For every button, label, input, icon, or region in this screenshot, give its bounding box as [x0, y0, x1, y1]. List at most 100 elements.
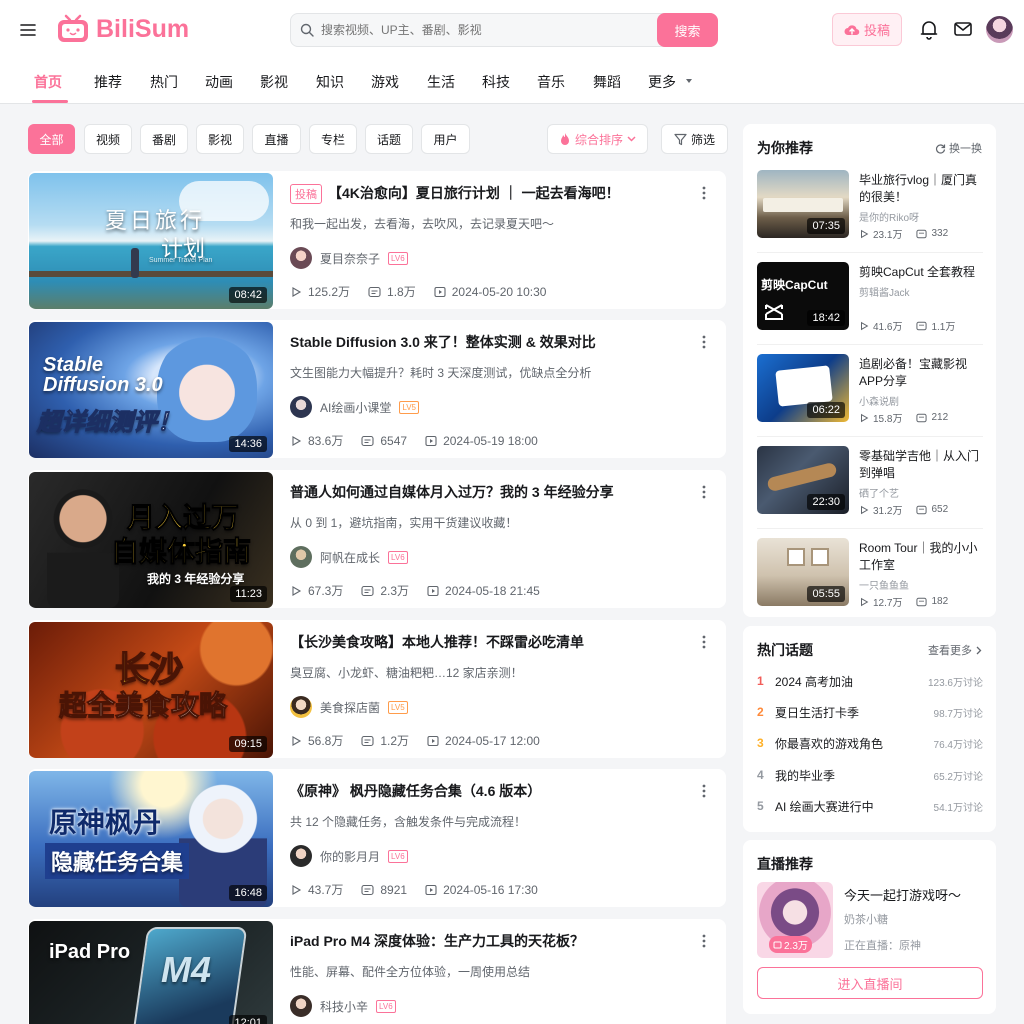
nav-item-dance[interactable]: 舞蹈: [593, 72, 621, 92]
recommend-uploader[interactable]: 小森说剧: [859, 393, 899, 408]
nav-item-tech[interactable]: 科技: [482, 72, 510, 92]
recommend-thumbnail[interactable]: 06:22: [757, 354, 849, 422]
site-logo[interactable]: BiliSum: [56, 14, 189, 44]
recommend-uploader[interactable]: 是你的Riko呀: [859, 209, 919, 224]
uploader-row[interactable]: 你的影月月 LV6: [290, 845, 408, 867]
nav-item-film[interactable]: 影视: [260, 72, 288, 92]
recommend-uploader[interactable]: 剪辑酱Jack: [859, 284, 910, 299]
recommend-thumbnail[interactable]: 07:35: [757, 170, 849, 238]
recommend-item[interactable]: 22:30 零基础学吉他｜从入门到弹唱 硒了个艺 31.2万 652: [757, 446, 983, 526]
filter-chip-video[interactable]: 视频: [84, 124, 132, 154]
topic-item[interactable]: 1 2024 高考加油 123.6万讨论: [757, 671, 983, 691]
more-options-icon[interactable]: [696, 334, 712, 350]
video-title[interactable]: 【长沙美食攻略】本地人推荐！不踩雷必吃清单: [290, 632, 584, 652]
video-thumbnail[interactable]: 原神枫丹 隐藏任务合集 16:48: [29, 771, 273, 907]
video-card[interactable]: 长沙 超全美食攻略 09:15 【长沙美食攻略】本地人推荐！不踩雷必吃清单 臭豆…: [28, 620, 726, 758]
uploader-avatar[interactable]: [290, 396, 312, 418]
uploader-name[interactable]: 美食探店菌: [320, 699, 380, 716]
filter-chip-live[interactable]: 直播: [252, 124, 301, 154]
more-options-icon[interactable]: [696, 634, 712, 650]
topic-item[interactable]: 4 我的毕业季 65.2万讨论: [757, 765, 983, 785]
video-title[interactable]: 《原神》 枫丹隐藏任务合集（4.6 版本）: [290, 781, 541, 801]
uploader-row[interactable]: AI绘画小课堂 LV5: [290, 396, 419, 418]
video-thumbnail[interactable]: Stable Diffusion 3.0 超详细测评！ 14:36: [29, 322, 273, 458]
see-more-link[interactable]: 查看更多: [928, 642, 982, 658]
refresh-button[interactable]: 换一换: [935, 140, 982, 156]
more-options-icon[interactable]: [696, 185, 712, 201]
nav-item-animation[interactable]: 动画: [205, 72, 233, 92]
uploader-name[interactable]: AI绘画小课堂: [320, 399, 391, 416]
uploader-avatar[interactable]: [290, 845, 312, 867]
video-title[interactable]: 投稿 【4K治愈向】夏日旅行计划 ｜ 一起去看海吧！: [290, 183, 620, 204]
filter-chip-all[interactable]: 全部: [28, 124, 75, 154]
nav-item-hot[interactable]: 热门: [150, 72, 178, 92]
search-button[interactable]: 搜索: [657, 13, 718, 47]
nav-item-recommend[interactable]: 推荐: [94, 72, 122, 92]
recommend-uploader[interactable]: 硒了个艺: [859, 485, 899, 500]
uploader-avatar[interactable]: [290, 696, 312, 718]
nav-item-game[interactable]: 游戏: [371, 72, 399, 92]
uploader-name[interactable]: 阿帆在成长: [320, 549, 380, 566]
video-card[interactable]: 夏日旅行 计划 Summer Travel Plan 08:42 投稿 【4K治愈…: [28, 171, 726, 309]
nav-item-life[interactable]: 生活: [427, 72, 455, 92]
filter-chip-topic[interactable]: 话题: [365, 124, 413, 154]
recommend-title[interactable]: 剪映CapCut 全套教程: [859, 264, 985, 281]
video-thumbnail[interactable]: 夏日旅行 计划 Summer Travel Plan 08:42: [29, 173, 273, 309]
video-thumbnail[interactable]: iPad Pro M4 12:01: [29, 921, 273, 1024]
video-card[interactable]: 月入过万 自媒体指南 我的 3 年经验分享 11:23 普通人如何通过自媒体月入…: [28, 470, 726, 608]
video-title[interactable]: Stable Diffusion 3.0 来了！整体实测 & 效果对比: [290, 332, 596, 352]
topic-item[interactable]: 3 你最喜欢的游戏角色 76.4万讨论: [757, 733, 983, 753]
notification-bell-icon[interactable]: [918, 18, 942, 42]
uploader-avatar[interactable]: [290, 995, 312, 1017]
recommend-title[interactable]: Room Tour｜我的小小工作室: [859, 540, 985, 574]
uploader-row[interactable]: 科技小辛 LV6: [290, 995, 396, 1017]
uploader-name[interactable]: 你的影月月: [320, 848, 380, 865]
video-thumbnail[interactable]: 月入过万 自媒体指南 我的 3 年经验分享 11:23: [29, 472, 273, 608]
recommend-item[interactable]: 05:55 Room Tour｜我的小小工作室 一只鱼鱼鱼 12.7万 182: [757, 538, 983, 618]
search-input[interactable]: [321, 14, 641, 46]
upload-button[interactable]: 投稿: [832, 13, 902, 46]
recommend-title[interactable]: 毕业旅行vlog｜厦门真的很美！: [859, 172, 985, 206]
uploader-avatar[interactable]: [290, 247, 312, 269]
uploader-row[interactable]: 夏目奈奈子 LV6: [290, 247, 408, 269]
streamer-name[interactable]: 奶茶小糖: [844, 911, 888, 927]
recommend-item[interactable]: 剪映CapCut 18:42 剪映CapCut 全套教程 剪辑酱Jack 41.…: [757, 262, 983, 342]
topic-item[interactable]: 5 AI 绘画大赛进行中 54.1万讨论: [757, 796, 983, 816]
video-card[interactable]: Stable Diffusion 3.0 超详细测评！ 14:36 Stable…: [28, 320, 726, 458]
live-stream-title[interactable]: 今天一起打游戏呀～: [844, 885, 961, 904]
recommend-item[interactable]: 06:22 追剧必备！宝藏影视APP分享 小森说剧 15.8万 212: [757, 354, 983, 434]
live-thumbnail[interactable]: 2.3万: [757, 882, 833, 958]
enter-live-room-button[interactable]: 进入直播间: [757, 967, 983, 999]
nav-item-music[interactable]: 音乐: [537, 72, 565, 92]
uploader-row[interactable]: 美食探店菌 LV5: [290, 696, 408, 718]
recommend-uploader[interactable]: 一只鱼鱼鱼: [859, 577, 909, 592]
sort-dropdown[interactable]: 综合排序: [547, 124, 648, 154]
filter-chip-user[interactable]: 用户: [421, 124, 470, 154]
uploader-name[interactable]: 科技小辛: [320, 998, 368, 1015]
uploader-row[interactable]: 阿帆在成长 LV6: [290, 546, 408, 568]
recommend-item[interactable]: 07:35 毕业旅行vlog｜厦门真的很美！ 是你的Riko呀 23.1万 33…: [757, 170, 983, 250]
menu-icon[interactable]: [18, 20, 38, 40]
recommend-title[interactable]: 零基础学吉他｜从入门到弹唱: [859, 448, 985, 482]
recommend-thumbnail[interactable]: 剪映CapCut 18:42: [757, 262, 849, 330]
video-title[interactable]: iPad Pro M4 深度体验：生产力工具的天花板？: [290, 931, 584, 951]
nav-item-home[interactable]: 首页: [34, 72, 62, 92]
recommend-thumbnail[interactable]: 22:30: [757, 446, 849, 514]
recommend-thumbnail[interactable]: 05:55: [757, 538, 849, 606]
more-options-icon[interactable]: [696, 783, 712, 799]
message-mail-icon[interactable]: [952, 18, 976, 42]
video-card[interactable]: iPad Pro M4 12:01 iPad Pro M4 深度体验：生产力工具…: [28, 919, 726, 1024]
nav-item-knowledge[interactable]: 知识: [316, 72, 344, 92]
recommend-title[interactable]: 追剧必备！宝藏影视APP分享: [859, 356, 985, 390]
topic-item[interactable]: 2 夏日生活打卡季 98.7万讨论: [757, 702, 983, 722]
filter-chip-bangumi[interactable]: 番剧: [140, 124, 188, 154]
video-title[interactable]: 普通人如何通过自媒体月入过万？我的 3 年经验分享: [290, 482, 614, 502]
filter-chip-film[interactable]: 影视: [196, 124, 244, 154]
user-avatar[interactable]: [986, 16, 1013, 43]
more-options-icon[interactable]: [696, 933, 712, 949]
more-options-icon[interactable]: [696, 484, 712, 500]
video-thumbnail[interactable]: 长沙 超全美食攻略 09:15: [29, 622, 273, 758]
uploader-name[interactable]: 夏目奈奈子: [320, 250, 380, 267]
video-card[interactable]: 原神枫丹 隐藏任务合集 16:48 《原神》 枫丹隐藏任务合集（4.6 版本） …: [28, 769, 726, 907]
nav-item-more[interactable]: 更多: [648, 72, 676, 92]
